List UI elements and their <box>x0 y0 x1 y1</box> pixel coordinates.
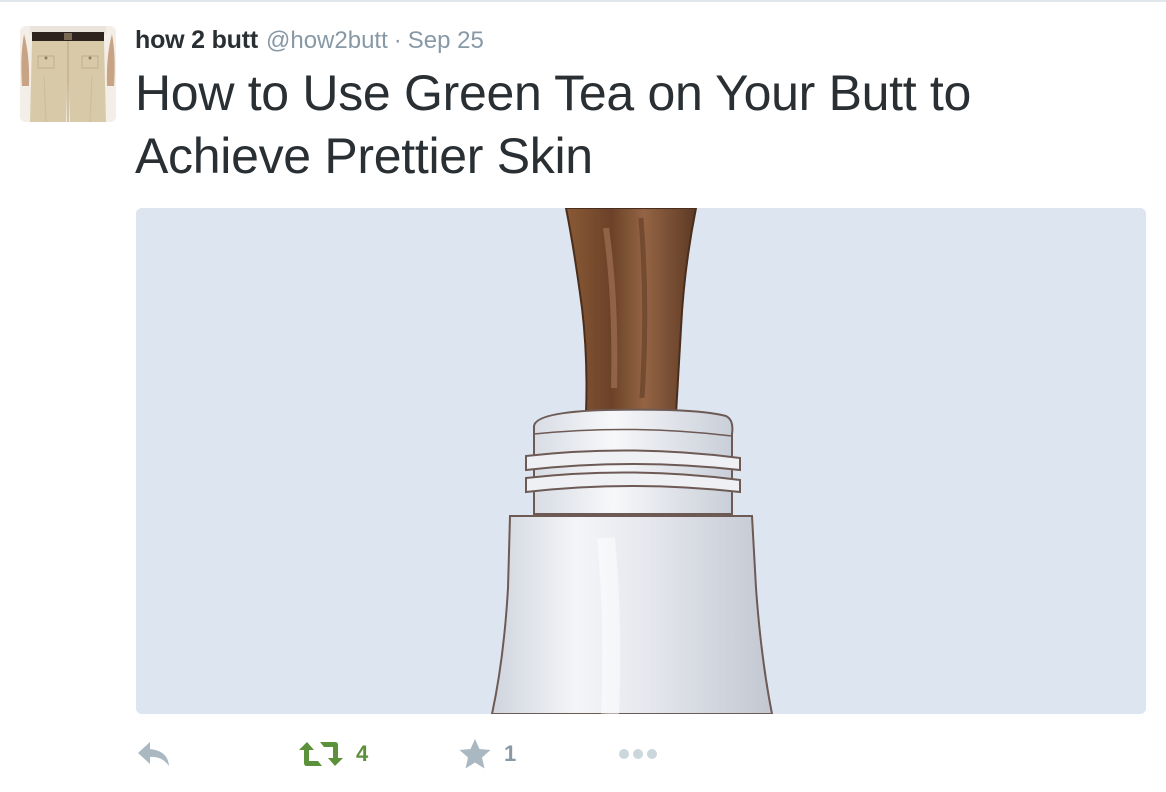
tweet-header: how 2 butt @how2butt · Sep 25 <box>135 26 484 56</box>
tweet-text: How to Use Green Tea on Your Butt to Ach… <box>135 65 972 184</box>
avatar-image <box>20 26 116 122</box>
separator: · <box>393 27 402 54</box>
tweet-actions: 4 1 <box>136 730 1136 778</box>
display-name[interactable]: how 2 butt <box>135 26 258 55</box>
more-dots-icon <box>619 749 657 759</box>
tweet-media[interactable] <box>136 208 1146 714</box>
timestamp-link[interactable]: Sep 25 <box>408 27 484 55</box>
retweet-button[interactable]: 4 <box>298 730 368 778</box>
star-icon <box>459 739 491 769</box>
username[interactable]: @how2butt <box>266 27 388 55</box>
reply-button[interactable] <box>136 730 172 778</box>
retweet-icon <box>299 742 343 766</box>
favorite-count: 1 <box>504 741 517 766</box>
avatar[interactable] <box>20 26 116 122</box>
media-image <box>136 208 1146 714</box>
more-options-button[interactable] <box>618 730 658 778</box>
tweet[interactable]: how 2 butt @how2butt · Sep 25 How to Use… <box>0 0 1166 792</box>
retweet-count: 4 <box>356 741 369 766</box>
favorite-button[interactable]: 1 <box>458 730 516 778</box>
reply-icon <box>138 742 169 766</box>
